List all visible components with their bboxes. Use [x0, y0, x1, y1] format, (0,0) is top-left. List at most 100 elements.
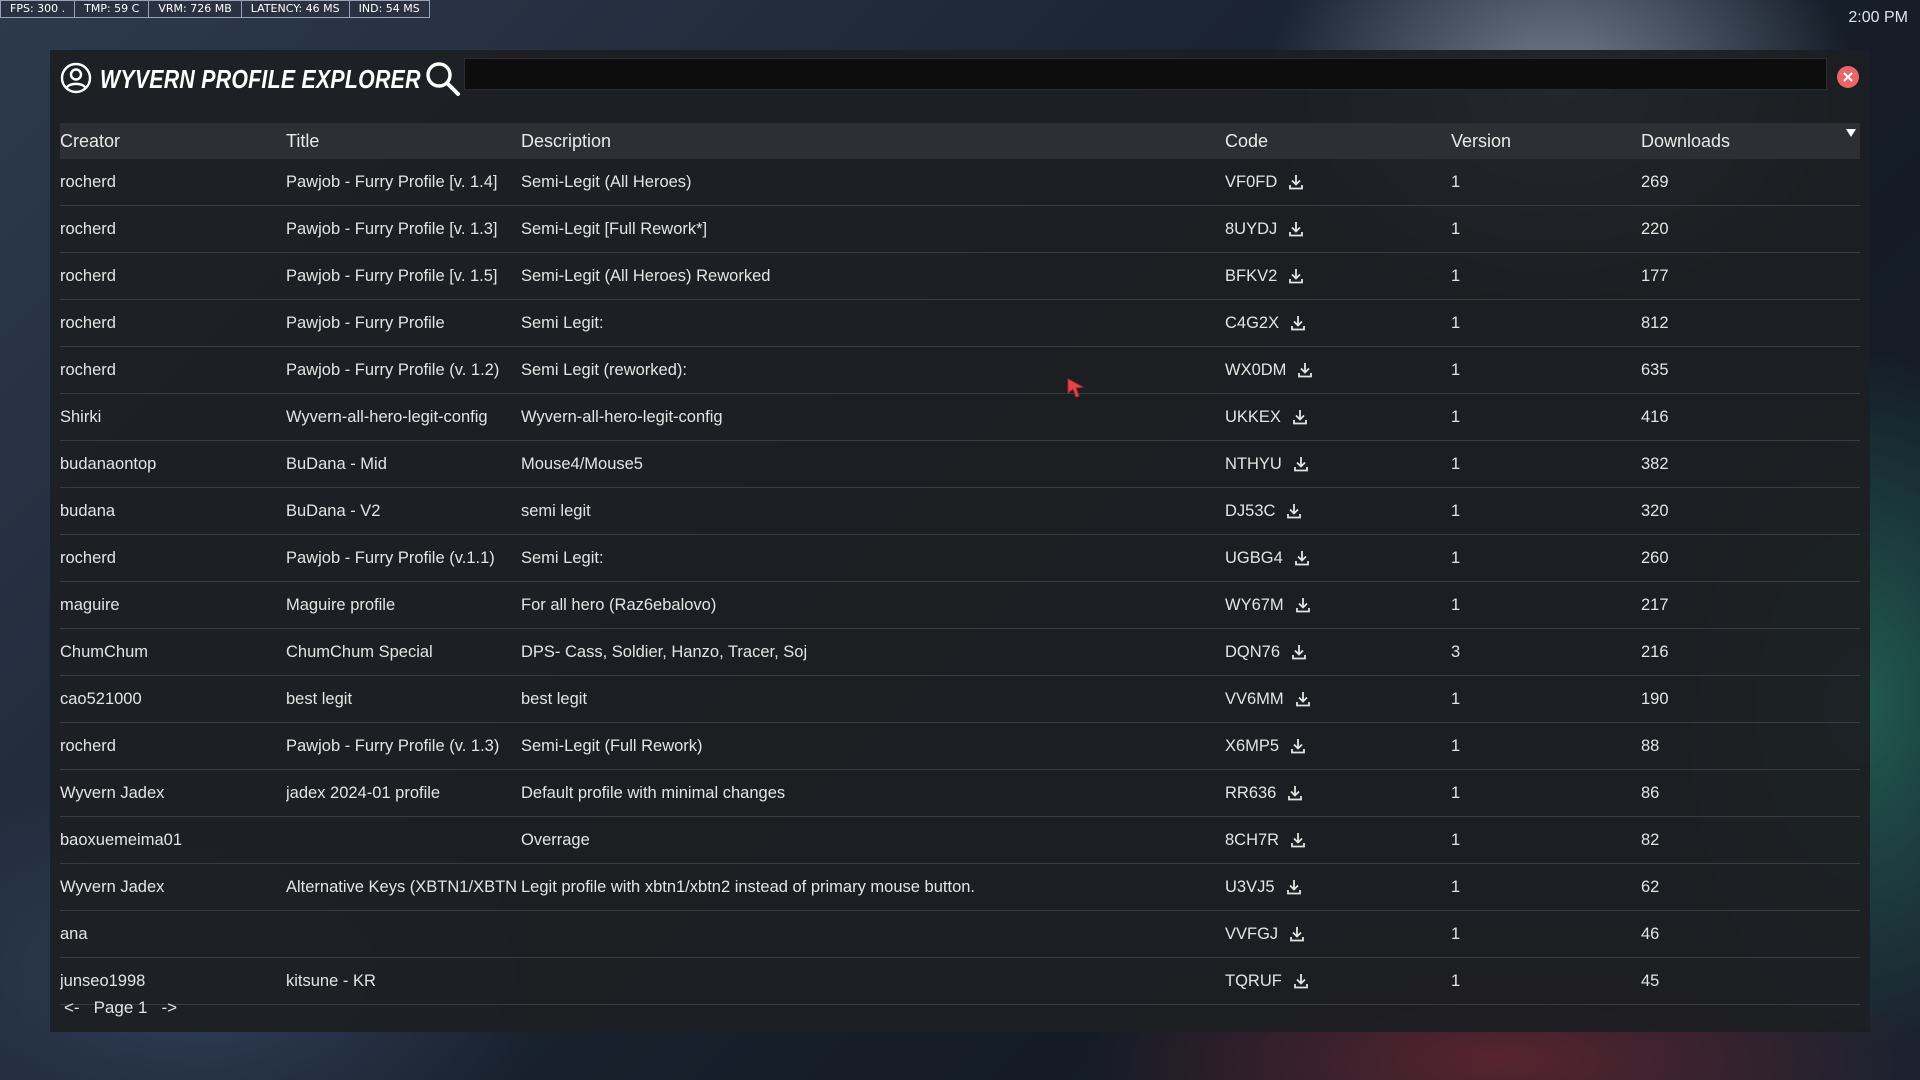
table-row[interactable]: Shirki Wyvern-all-hero-legit-config Wyvern…	[60, 394, 1860, 441]
cell-title	[286, 911, 521, 958]
profile-code: WX0DM	[1225, 360, 1287, 379]
table-row[interactable]: rocherd Pawjob - Furry Profile [v. 1.4] Se…	[60, 159, 1860, 206]
table-row[interactable]: rocherd Pawjob - Furry Profile (v. 1.3) Se…	[60, 723, 1860, 770]
table-row[interactable]: rocherd Pawjob - Furry Profile (v.1.1) Sem…	[60, 535, 1860, 582]
cell-code: NTHYU	[1225, 441, 1451, 488]
cell-downloads: 216	[1641, 642, 1669, 661]
cell-code: VV6MM	[1225, 676, 1451, 723]
cell-version: 1	[1451, 548, 1461, 567]
code-cell-wrap: WY67M	[1225, 582, 1451, 628]
cell-downloads: 62	[1641, 877, 1660, 896]
hud-temperature: TMP: 59 C	[75, 1, 150, 17]
download-icon[interactable]	[1285, 502, 1303, 520]
download-icon[interactable]	[1287, 267, 1305, 285]
profile-code: TQRUF	[1225, 971, 1282, 990]
search-icon[interactable]	[423, 59, 463, 99]
code-cell-wrap: TQRUF	[1225, 958, 1451, 1004]
download-icon[interactable]	[1285, 878, 1303, 896]
download-icon[interactable]	[1289, 737, 1307, 755]
cell-description: Default profile with minimal changes	[521, 783, 786, 802]
profiles-table: Creator Title Description Code Version D…	[60, 123, 1860, 1005]
table-row[interactable]: budanaontop BuDana - Mid Mouse4/Mouse5 NTHY…	[60, 441, 1860, 488]
cell-creator: rocherd	[60, 266, 116, 285]
cell-creator: Wyvern Jadex	[60, 783, 165, 802]
cell-downloads: 86	[1641, 783, 1660, 802]
cell-downloads: 217	[1641, 595, 1669, 614]
cell-downloads: 416	[1641, 407, 1669, 426]
cell-downloads: 269	[1641, 172, 1669, 191]
column-header-creator[interactable]: Creator	[60, 123, 286, 159]
column-header-description[interactable]: Description	[521, 123, 1225, 159]
download-icon[interactable]	[1293, 549, 1311, 567]
table-row[interactable]: ChumChum ChumChum Special DPS- Cass, Soldi…	[60, 629, 1860, 676]
column-header-code[interactable]: Code	[1225, 123, 1451, 159]
cell-version: 1	[1451, 266, 1461, 285]
column-header-title[interactable]: Title	[286, 123, 521, 159]
download-icon[interactable]	[1290, 643, 1308, 661]
download-icon[interactable]	[1294, 690, 1312, 708]
cell-version: 1	[1451, 877, 1461, 896]
code-cell-wrap: 8CH7R	[1225, 817, 1451, 863]
column-header-downloads[interactable]: Downloads	[1641, 123, 1860, 159]
cell-downloads: 812	[1641, 313, 1669, 332]
table-row[interactable]: rocherd Pawjob - Furry Profile Semi Legit:…	[60, 300, 1860, 347]
cell-downloads: 45	[1641, 971, 1660, 990]
table-row[interactable]: rocherd Pawjob - Furry Profile [v. 1.3] Se…	[60, 206, 1860, 253]
next-page-button[interactable]: ->	[161, 998, 177, 1018]
download-icon[interactable]	[1286, 784, 1304, 802]
cell-title: Pawjob - Furry Profile (v. 1.2)	[286, 360, 500, 379]
search-input[interactable]	[464, 58, 1827, 90]
download-icon[interactable]	[1294, 596, 1312, 614]
cell-version: 3	[1451, 642, 1461, 661]
cell-code: 8CH7R	[1225, 817, 1451, 864]
cell-version: 1	[1451, 407, 1461, 426]
sort-desc-icon[interactable]	[1846, 128, 1856, 138]
code-cell-wrap: UGBG4	[1225, 535, 1451, 581]
table-row[interactable]: Wyvern Jadex Alternative Keys (XBTN1/XBTN…	[60, 864, 1860, 911]
code-cell-wrap: X6MP5	[1225, 723, 1451, 769]
cell-version: 1	[1451, 736, 1461, 755]
download-icon[interactable]	[1287, 173, 1305, 191]
table-row[interactable]: Wyvern Jadex jadex 2024-01 profile Default…	[60, 770, 1860, 817]
cell-downloads: 190	[1641, 689, 1669, 708]
table-row[interactable]: budana BuDana - V2 semi legit DJ53C 1 320	[60, 488, 1860, 535]
performance-hud: FPS: 300 . TMP: 59 C VRM: 726 MB LATENCY…	[0, 0, 430, 18]
download-icon[interactable]	[1292, 455, 1310, 473]
table-row[interactable]: rocherd Pawjob - Furry Profile (v. 1.2) Se…	[60, 347, 1860, 394]
table-row[interactable]: rocherd Pawjob - Furry Profile [v. 1.5] Se…	[60, 253, 1860, 300]
cell-creator: baoxuemeima01	[60, 830, 182, 849]
cell-creator: rocherd	[60, 219, 116, 238]
cell-description: Semi Legit:	[521, 313, 604, 332]
cell-title: BuDana - Mid	[286, 454, 387, 473]
profile-code: NTHYU	[1225, 454, 1282, 473]
column-header-version[interactable]: Version	[1451, 123, 1641, 159]
cell-downloads: 177	[1641, 266, 1669, 285]
close-button[interactable]	[1837, 66, 1859, 88]
download-icon[interactable]	[1291, 408, 1309, 426]
code-cell-wrap: 8UYDJ	[1225, 206, 1451, 252]
download-icon[interactable]	[1292, 972, 1310, 990]
table-row[interactable]: ana VVFGJ 1 46	[60, 911, 1860, 958]
cell-code: WX0DM	[1225, 347, 1451, 394]
table-row[interactable]: junseo1998 kitsune - KR TQRUF 1 45	[60, 958, 1860, 1005]
cell-creator: ana	[60, 924, 88, 943]
download-icon[interactable]	[1289, 831, 1307, 849]
user-circle-icon	[60, 62, 92, 94]
cell-downloads: 82	[1641, 830, 1660, 849]
cell-version: 1	[1451, 313, 1461, 332]
table-row[interactable]: maguire Maguire profile For all hero (Raz6…	[60, 582, 1860, 629]
download-icon[interactable]	[1287, 220, 1305, 238]
cell-creator: rocherd	[60, 736, 116, 755]
table-row[interactable]: cao521000 best legit best legit VV6MM 1 190	[60, 676, 1860, 723]
code-cell-wrap: VF0FD	[1225, 159, 1451, 205]
cell-title: Alternative Keys (XBTN1/XBTN	[286, 877, 518, 896]
download-icon[interactable]	[1296, 361, 1314, 379]
mouse-cursor-icon	[1067, 378, 1085, 398]
code-cell-wrap: WX0DM	[1225, 347, 1451, 393]
previous-page-button[interactable]: <-	[64, 998, 80, 1018]
cell-title: Pawjob - Furry Profile (v.1.1)	[286, 548, 495, 567]
download-icon[interactable]	[1289, 314, 1307, 332]
download-icon[interactable]	[1288, 925, 1306, 943]
cell-title	[286, 817, 521, 864]
table-row[interactable]: baoxuemeima01 Overrage 8CH7R 1 82	[60, 817, 1860, 864]
